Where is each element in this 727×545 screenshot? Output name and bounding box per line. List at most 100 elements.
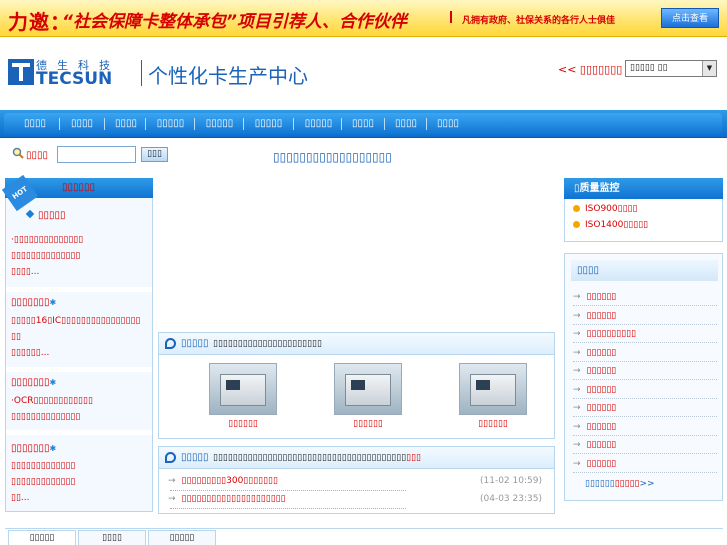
nav-item-4[interactable]: ▯▯▯▯▯ — [148, 115, 193, 133]
arrow-right-icon: → — [573, 311, 581, 321]
right-news-item[interactable]: → ▯▯▯▯▯▯ — [573, 457, 717, 473]
friend-links-select[interactable]: ▯▯▯▯▯ ▯▯ ▼ — [625, 60, 717, 77]
nav-divider — [59, 118, 60, 130]
arrow-right-icon: → — [573, 385, 581, 395]
star-icon: ✱ — [49, 298, 57, 307]
friend-links-select-value: ▯▯▯▯▯ ▯▯ — [630, 63, 668, 73]
hot-block-3[interactable]: ·OCR▯▯▯▯▯▯▯▯▯▯▯▯ ▯▯▯▯▯▯▯▯▯▯▯▯▯▯ — [11, 393, 93, 425]
right-news-item[interactable]: → ▯▯▯▯▯▯ — [573, 420, 717, 436]
hot-block-3-title-text: ▯▯▯▯▯▯▯ — [11, 377, 50, 388]
nav-item-8[interactable]: ▯▯▯▯ — [343, 115, 383, 133]
product-image[interactable] — [459, 363, 527, 415]
card-machine-icon — [220, 374, 266, 406]
right-news-item-label: ▯▯▯▯▯▯ — [586, 366, 617, 376]
hot-block-4-title-text: ▯▯▯▯▯▯▯ — [11, 443, 50, 454]
news-row[interactable]: → ▯▯▯▯▯▯▯▯▯▯▯▯▯▯▯▯▯▯▯▯▯ — [168, 494, 286, 504]
nav-item-10[interactable]: ▯▯▯▯ — [428, 115, 468, 133]
bottom-tab-3[interactable]: ▯▯▯▯▯ — [148, 530, 216, 545]
more-link-red: ▯▯▯▯▯ — [614, 479, 640, 489]
news-panel-title[interactable]: ▯▯▯▯▯ — [181, 452, 209, 463]
arrow-right-icon: → — [168, 494, 176, 504]
right-news-item-label: ▯▯▯▯▯▯ — [586, 440, 617, 450]
search-input[interactable] — [57, 146, 136, 163]
hot-block-2[interactable]: ▯▯▯▯▯16▯IC▯▯▯▯▯▯▯▯▯▯▯▯▯▯▯▯ ▯▯ ▯▯▯▯▯▯... — [11, 313, 140, 361]
hot-block-4-title[interactable]: ▯▯▯▯▯▯▯✱ — [11, 443, 56, 454]
news-panel-subtitle: ▯▯▯▯▯▯▯▯▯▯▯▯▯▯▯▯▯▯▯▯▯▯▯▯▯▯▯▯▯▯▯▯▯▯▯▯▯▯▯▯… — [213, 453, 421, 463]
right-news-item[interactable]: → ▯▯▯▯▯▯ — [573, 383, 717, 399]
site-title: 个性化卡生产中心 — [148, 64, 308, 88]
nav-item-2[interactable]: ▯▯▯▯ — [62, 115, 102, 133]
announcement-marquee[interactable]: ▯▯▯▯▯▯▯▯▯▯▯▯▯▯▯▯▯▯ — [273, 150, 392, 164]
friend-links-label: << ▯▯▯▯▯▯▯ — [558, 63, 623, 76]
hot-block-4-line: ▯▯▯▯▯▯▯▯▯▯▯▯▯ — [11, 461, 76, 471]
news-row-divider — [170, 508, 406, 509]
news-row-divider — [170, 490, 406, 491]
main-nav: ▯▯▯▯ ▯▯▯▯ ▯▯▯▯ ▯▯▯▯▯ ▯▯▯▯▯ ▯▯▯▯▯ ▯▯▯▯▯ ▯… — [0, 110, 727, 138]
product-name[interactable]: ▯▯▯▯▯▯ — [334, 419, 402, 429]
right-news-item[interactable]: → ▯▯▯▯▯▯ — [573, 401, 717, 417]
product-name[interactable]: ▯▯▯▯▯▯ — [209, 419, 277, 429]
hot-divider — [6, 367, 152, 372]
hot-block-2-line: ▯▯▯▯▯▯... — [11, 348, 50, 358]
banner-note: 凡拥有政府、社保关系的各行人士俱佳 — [462, 16, 616, 26]
bottom-tab-2[interactable]: ▯▯▯▯ — [78, 530, 146, 545]
nav-item-1[interactable]: ▯▯▯▯ — [15, 115, 55, 133]
more-link-suffix: >> — [639, 479, 655, 489]
logo-en[interactable]: TECSUN — [36, 69, 112, 89]
hot-block-3-line: ·OCR▯▯▯▯▯▯▯▯▯▯▯▯ — [11, 396, 93, 406]
news-panel-subtitle-new: ▯▯▯ — [406, 453, 422, 463]
right-news-item[interactable]: → ▯▯▯▯▯▯ — [573, 364, 717, 380]
hot-block-4[interactable]: ▯▯▯▯▯▯▯▯▯▯▯▯▯ ▯▯▯▯▯▯▯▯▯▯▯▯▯ ▯▯... — [11, 458, 75, 506]
quality-item[interactable]: ISO1400▯▯▯▯▯ — [573, 220, 648, 230]
hot-block-3-title[interactable]: ▯▯▯▯▯▯▯✱ — [11, 377, 56, 388]
hot-block-1-line: ·▯▯▯▯▯▯▯▯▯▯▯▯▯▯ — [11, 235, 84, 245]
nav-item-6[interactable]: ▯▯▯▯▯ — [246, 115, 291, 133]
right-news-item[interactable]: → ▯▯▯▯▯▯ — [573, 438, 717, 454]
right-news-item-label: ▯▯▯▯▯▯▯▯▯▯ — [586, 329, 637, 339]
right-news-title: ▯▯▯▯ — [571, 260, 718, 281]
nav-divider — [243, 118, 244, 130]
arrow-right-icon: → — [573, 366, 581, 376]
right-news-item-label: ▯▯▯▯▯▯ — [586, 348, 617, 358]
nav-item-5[interactable]: ▯▯▯▯▯ — [197, 115, 242, 133]
quality-panel-title: ▯质量监控 — [564, 178, 723, 199]
nav-item-7[interactable]: ▯▯▯▯▯ — [296, 115, 341, 133]
news-row[interactable]: → ▯▯▯▯▯▯▯▯▯300▯▯▯▯▯▯▯ — [168, 476, 278, 486]
nav-divider — [341, 118, 342, 130]
hot-block-2-title-text: ▯▯▯▯▯▯▯ — [11, 297, 50, 308]
arrow-right-icon: → — [573, 329, 581, 339]
right-news-item[interactable]: → ▯▯▯▯▯▯▯▯▯▯ — [573, 327, 717, 343]
nav-divider — [293, 118, 294, 130]
hot-subtitle[interactable]: ▯▯▯▯▯ — [38, 210, 66, 221]
product-name[interactable]: ▯▯▯▯▯▯ — [459, 419, 527, 429]
products-panel-title[interactable]: ▯▯▯▯▯ — [181, 338, 209, 349]
right-news-more-link[interactable]: ▯▯▯▯▯▯▯▯▯▯▯>> — [585, 479, 655, 489]
machine-screen — [476, 380, 490, 390]
promo-banner[interactable]: 力邀： “社会保障卡整体承包”项目引荐人、合作伙伴 凡拥有政府、社保关系的各行人… — [0, 0, 727, 37]
chevron-down-icon[interactable]: ▼ — [702, 61, 716, 76]
right-news-item[interactable]: → ▯▯▯▯▯▯ — [573, 290, 717, 306]
hot-block-1[interactable]: ·▯▯▯▯▯▯▯▯▯▯▯▯▯▯ ▯▯▯▯▯▯▯▯▯▯▯▯▯▯ ▯▯▯▯... — [11, 232, 83, 280]
bottom-tab-1[interactable]: ▯▯▯▯▯ — [8, 530, 76, 545]
product-image[interactable] — [334, 363, 402, 415]
bullet-dot-icon — [573, 221, 580, 228]
arrow-right-icon: → — [573, 459, 581, 469]
right-news-item[interactable]: → ▯▯▯▯▯▯ — [573, 346, 717, 362]
search-button[interactable]: ▯▯▯ — [141, 147, 168, 162]
nav-item-9[interactable]: ▯▯▯▯ — [386, 115, 426, 133]
star-icon: ✱ — [49, 444, 57, 453]
star-icon: ✱ — [49, 378, 57, 387]
product-image[interactable] — [209, 363, 277, 415]
logo-icon[interactable] — [8, 59, 34, 85]
hot-block-2-title[interactable]: ▯▯▯▯▯▯▯✱ — [11, 297, 56, 308]
news-row-title: ▯▯▯▯▯▯▯▯▯300▯▯▯▯▯▯▯ — [181, 476, 278, 486]
right-news-item[interactable]: → ▯▯▯▯▯▯ — [573, 309, 717, 325]
products-panel-header: ▯▯▯▯▯ ▯▯▯▯▯▯▯▯▯▯▯▯▯▯▯▯▯▯▯▯▯▯ — [159, 333, 554, 355]
right-news-item-label: ▯▯▯▯▯▯ — [586, 292, 617, 302]
banner-cta-button[interactable]: 点击查看 — [661, 8, 719, 28]
arrow-right-icon: → — [573, 348, 581, 358]
nav-item-3[interactable]: ▯▯▯▯ — [106, 115, 146, 133]
quality-item[interactable]: ISO900▯▯▯▯ — [573, 204, 637, 214]
arrow-right-icon: → — [573, 422, 581, 432]
panel-e-icon — [165, 338, 176, 349]
